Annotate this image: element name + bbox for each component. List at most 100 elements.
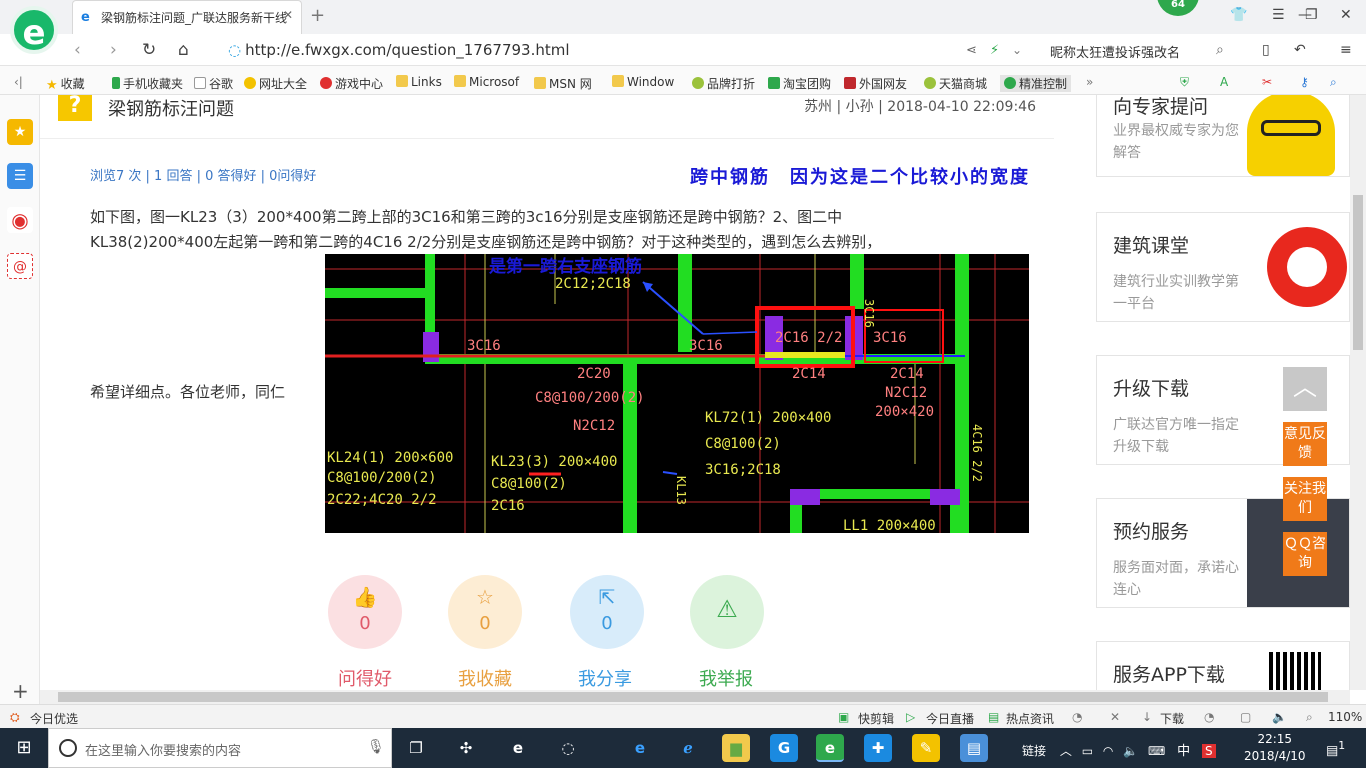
calculator-app-icon[interactable]: ▤ (960, 734, 988, 762)
window-icon[interactable]: ▢ (1240, 710, 1251, 724)
favorite-label[interactable]: 我收藏 (435, 665, 535, 690)
sogou-icon[interactable]: S (1201, 744, 1216, 758)
today-picks-link[interactable]: 今日优选 (30, 710, 78, 727)
bookmark-microsoft[interactable]: Microsof (454, 75, 519, 89)
zoom-level[interactable]: 110% (1328, 710, 1362, 724)
forward-button[interactable]: › (110, 40, 117, 60)
maximize-button[interactable]: ❐ (1305, 7, 1318, 23)
bookmark-sites[interactable]: 网址大全 (244, 75, 307, 92)
share-button[interactable]: ⇱ 0 (570, 575, 644, 649)
tools-icon[interactable]: ✕ (1110, 710, 1120, 724)
notes-app-icon[interactable]: ✎ (912, 734, 940, 762)
favorite-button[interactable]: ☆ 0 (448, 575, 522, 649)
horizontal-scroll-thumb[interactable] (58, 692, 1328, 702)
notification-center-icon[interactable]: ▤1 (1326, 739, 1345, 758)
add-icon[interactable]: + (12, 679, 29, 703)
fan-app-icon[interactable]: ✣ (452, 734, 480, 762)
bookmark-favorites[interactable]: ★ 收藏 (46, 75, 85, 93)
sound-icon[interactable]: 🔈 (1272, 710, 1287, 724)
collapse-icon[interactable]: ‹| (14, 75, 23, 89)
undo-icon[interactable]: ↶ (1294, 42, 1306, 58)
card-ask-expert[interactable]: 向专家提问 业界最权威专家为您解答 (1096, 95, 1350, 177)
shield-icon[interactable]: ⛨ (1180, 75, 1189, 90)
keyboard-icon[interactable]: ⌨ (1148, 744, 1165, 758)
taskbar-clock[interactable]: 22:15 2018/4/10 (1244, 731, 1306, 765)
links-toolbar[interactable]: 链接 (1022, 744, 1046, 758)
bookmark-google[interactable]: 谷歌 (194, 75, 233, 92)
mail-icon[interactable]: @ (7, 253, 33, 279)
vertical-scroll-thumb[interactable] (1353, 195, 1363, 350)
share-icon[interactable]: ⋖ (966, 43, 977, 58)
volume-icon[interactable]: 🔈 (1123, 744, 1138, 758)
url-field[interactable]: ◌ http://e.fwxgx.com/question_1767793.htm… (228, 41, 570, 59)
report-label[interactable]: 我举报 (676, 665, 776, 690)
browser-tab[interactable]: e 梁钢筋标注问题_广联达服务新干线 ✕ (72, 0, 302, 34)
live-link[interactable]: 今日直播 (926, 710, 974, 727)
new-tab-button[interactable]: + (310, 5, 325, 26)
search-box[interactable]: 昵称太狂遭投诉强改名 (1050, 42, 1180, 61)
bookmark-links[interactable]: Links (396, 75, 442, 89)
ime-indicator[interactable]: 中 (1177, 744, 1190, 759)
bookmark-windows[interactable]: Window (612, 75, 674, 89)
ie-browser-icon[interactable]: e (504, 734, 532, 762)
translate-icon[interactable]: A (1220, 75, 1228, 89)
bookmark-foreign[interactable]: 外国网友 (844, 75, 907, 92)
edge-icon[interactable]: e (626, 734, 654, 762)
vertical-scrollbar[interactable] (1350, 95, 1366, 690)
news-link[interactable]: 热点资讯 (1006, 710, 1054, 727)
download-link[interactable]: 下载 (1160, 710, 1184, 727)
windows-start-icon[interactable]: ⊞ (0, 728, 48, 768)
zoom-search-icon[interactable]: ⌕ (1330, 75, 1337, 90)
search-icon[interactable]: ⌕ (1216, 42, 1224, 58)
bookmark-tmall[interactable]: 天猫商城 (924, 75, 987, 92)
task-view-icon[interactable]: ❐ (402, 734, 430, 762)
back-button[interactable]: ‹ (74, 40, 81, 60)
zoom-icon[interactable]: ⌕ (1306, 710, 1313, 725)
phone-icon[interactable]: ▯ (1262, 42, 1270, 58)
speed-icon[interactable]: ◔ (1072, 710, 1082, 724)
more-bookmarks-icon[interactable]: » (1086, 75, 1093, 89)
scissors-icon[interactable]: ✂ (1262, 75, 1272, 89)
follow-us-button[interactable]: 关注我们 (1283, 477, 1327, 521)
compat-icon[interactable]: ◔ (1204, 710, 1214, 724)
file-explorer-icon[interactable]: ▆ (722, 734, 750, 762)
battery-icon[interactable]: ▭ (1082, 744, 1093, 758)
lightning-icon[interactable]: ⚡ (990, 43, 999, 58)
report-button[interactable]: ⚠ (690, 575, 764, 649)
question-stats[interactable]: 浏览7 次 | 1 回答 | 0 答得好 | 0问得好 (90, 165, 316, 184)
bookmark-precision[interactable]: 精准控制 (1000, 75, 1072, 92)
chevron-up-icon[interactable]: ︿ (1060, 744, 1072, 758)
favorites-star-icon[interactable]: ★ (7, 119, 33, 145)
bookmark-mobile[interactable]: 手机收藏夹 (112, 75, 183, 92)
feedback-button[interactable]: 意见反馈 (1283, 422, 1327, 466)
more-menu-icon[interactable]: ≡ (1340, 42, 1352, 58)
card-app-download[interactable]: 服务APP下载 (1096, 641, 1350, 690)
notification-badge[interactable]: 64 (1157, 0, 1199, 16)
bookmark-games[interactable]: 游戏中心 (320, 75, 383, 92)
glodon-app-icon[interactable]: G (770, 734, 798, 762)
bookmark-taobao[interactable]: 淘宝团购 (768, 75, 831, 92)
close-tab-icon[interactable]: ✕ (283, 8, 293, 22)
quick-clip-link[interactable]: 快剪辑 (858, 710, 894, 727)
close-window-button[interactable]: ✕ (1340, 7, 1352, 23)
bookmark-msn[interactable]: MSN 网 (534, 75, 592, 92)
refresh-icon[interactable]: ↻ (142, 40, 156, 60)
cad-drawing-image[interactable]: 2C12;2C18 3C16 3C16 2C16 2/2 3C16 3C16 2… (325, 254, 1029, 533)
qq-consult-button[interactable]: ＱＱ咨询 (1283, 532, 1327, 576)
shirt-icon[interactable]: 👕 (1230, 7, 1247, 23)
chevron-down-icon[interactable]: ⌄ (1012, 43, 1022, 57)
browser-logo[interactable]: e (10, 6, 58, 54)
swirl-app-icon[interactable]: ◌ (554, 734, 582, 762)
home-icon[interactable]: ⌂ (178, 40, 189, 60)
reader-icon[interactable]: ☰ (7, 163, 33, 189)
upvote-button[interactable]: 👍 0 (328, 575, 402, 649)
wifi-icon[interactable]: ◠ (1103, 744, 1113, 758)
360-browser-icon[interactable]: e (816, 734, 844, 762)
weibo-icon[interactable]: ◉ (7, 207, 33, 233)
taskbar-search[interactable]: 在这里输入你要搜索的内容 🎙 (48, 728, 392, 768)
bookmark-brand[interactable]: 品牌打折 (692, 75, 755, 92)
horizontal-scrollbar[interactable] (40, 690, 1350, 704)
menu-icon[interactable]: ☰ (1272, 7, 1285, 23)
internet-explorer-icon[interactable]: ℯ (674, 734, 702, 762)
microphone-icon[interactable]: 🎙 (367, 739, 385, 755)
